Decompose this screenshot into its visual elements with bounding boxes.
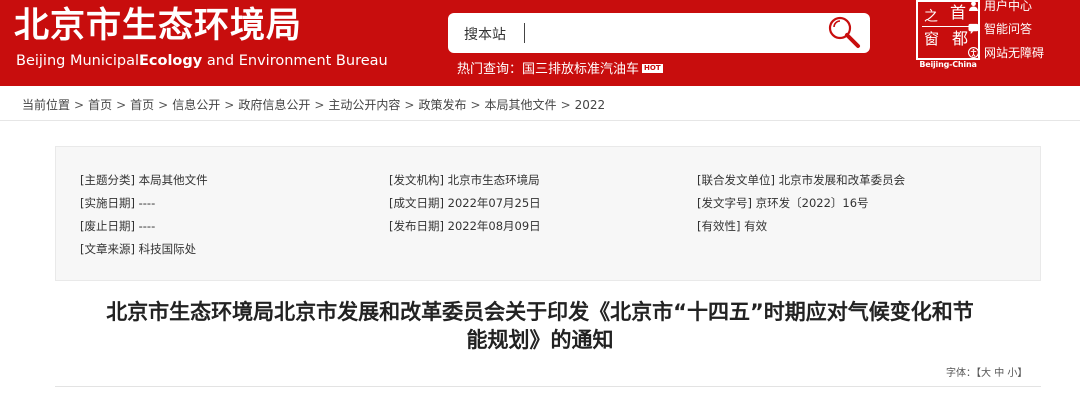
breadcrumb-item[interactable]: 2022 [575,98,606,112]
breadcrumb-separator: > [224,98,235,112]
info-validity: [有效性] 有效 [697,219,768,233]
document-info-panel: [主题分类] 本局其他文件 [发文机构] 北京市生态环境局 [联合发文单位] 北… [55,146,1041,281]
breadcrumb-separator: > [158,98,169,112]
capital-window-emblem: 之 首 窗 都 [922,5,974,55]
emblem-line [922,26,974,27]
breadcrumb-item[interactable]: 首页 [88,98,112,112]
info-source: [文章来源] 科技国际处 [80,242,197,256]
search-box [448,13,870,53]
info-publish-date: [发布日期] 2022年08月09日 [389,219,541,233]
search-icon[interactable] [826,15,866,51]
accessibility-icon [968,47,979,58]
info-joint-issuer: [联合发文单位] 北京市发展和改革委员会 [697,173,906,187]
font-size-label: 字体：【 [946,368,981,379]
breadcrumb-divider [0,120,1080,121]
emblem-char: 之 [924,9,938,25]
info-topic: [主题分类] 本局其他文件 [80,173,208,187]
user-center-link[interactable]: 用户中心 [968,0,1032,14]
breadcrumb-separator: > [404,98,415,112]
article-title-line: 北京市生态环境局北京市发展和改革委员会关于印发《北京市“十四五”时期应对气候变化… [106,300,974,324]
logo-en-part-bold: Ecology [139,53,203,69]
site-logo-en[interactable]: Beijing MunicipalEcology and Environment… [16,52,388,70]
accessibility-link[interactable]: 网站无障碍 [968,44,1044,61]
user-icon [968,1,979,11]
hot-query-label: 热门查询： [457,62,523,77]
emblem-char: 窗 [924,30,940,48]
font-size-medium-button[interactable]: 中 [994,368,1004,379]
info-effective-date: [实施日期] ---- [80,196,156,210]
breadcrumb-item[interactable]: 政府信息公开 [238,98,310,112]
hot-query: 热门查询：国三排放标准汽油车 HOT [457,58,663,77]
breadcrumb-item[interactable]: 信息公开 [172,98,220,112]
search-input[interactable] [464,23,764,45]
info-doc-number: [发文字号] 京环发〔2022〕16号 [697,196,869,210]
breadcrumb-item[interactable]: 主动公开内容 [328,98,400,112]
breadcrumb-separator: > [116,98,127,112]
font-size-small-button[interactable]: 小 [1007,368,1017,379]
font-size-bracket: 】 [1017,368,1028,379]
breadcrumb-item[interactable]: 首页 [130,98,154,112]
logo-en-part: Beijing Municipal [16,53,139,69]
hot-query-link[interactable]: 国三排放标准汽油车 [522,62,639,77]
emblem-char: 首 [950,3,967,22]
emblem-char: 都 [952,29,969,48]
site-header: 北京市生态环境局 Beijing MunicipalEcology and En… [0,0,1080,86]
chat-icon [968,23,979,34]
logo-en-part: and Environment Bureau [206,53,388,69]
hot-badge: HOT [642,64,663,73]
font-size-control: 字体：【大 中 小】 [946,364,1027,379]
text-cursor [524,23,525,43]
breadcrumb: 当前位置 > 首页 > 首页 > 信息公开 > 政府信息公开 > 主动公开内容 > 政策发布 > 本局其他文… [22,96,605,113]
info-repeal-date: [废止日期] ---- [80,219,156,233]
smart-qa-label: 智能问答 [984,22,1033,36]
breadcrumb-separator: > [74,98,85,112]
info-created-date: [成文日期] 2022年07月25日 [389,196,541,210]
content-divider [55,386,1041,387]
article-title: 北京市生态环境局北京市发展和改革委员会关于印发《北京市“十四五”时期应对气候变化… [40,298,1040,354]
breadcrumb-item[interactable]: 政策发布 [418,98,466,112]
breadcrumb-item[interactable]: 本局其他文件 [485,98,557,112]
emblem-caption: Beijing-China [919,60,977,69]
breadcrumb-separator: > [314,98,325,112]
accessibility-label: 网站无障碍 [984,46,1045,60]
breadcrumb-separator: > [560,98,571,112]
font-size-large-button[interactable]: 大 [981,368,991,379]
smart-qa-link[interactable]: 智能问答 [968,20,1032,37]
user-center-label: 用户中心 [984,0,1033,13]
site-logo-cn[interactable]: 北京市生态环境局 [14,4,302,48]
breadcrumb-separator: > [470,98,481,112]
info-issuer: [发文机构] 北京市生态环境局 [389,173,540,187]
article-title-line: 能规划》的通知 [466,328,614,352]
breadcrumb-label: 当前位置 [22,98,71,112]
